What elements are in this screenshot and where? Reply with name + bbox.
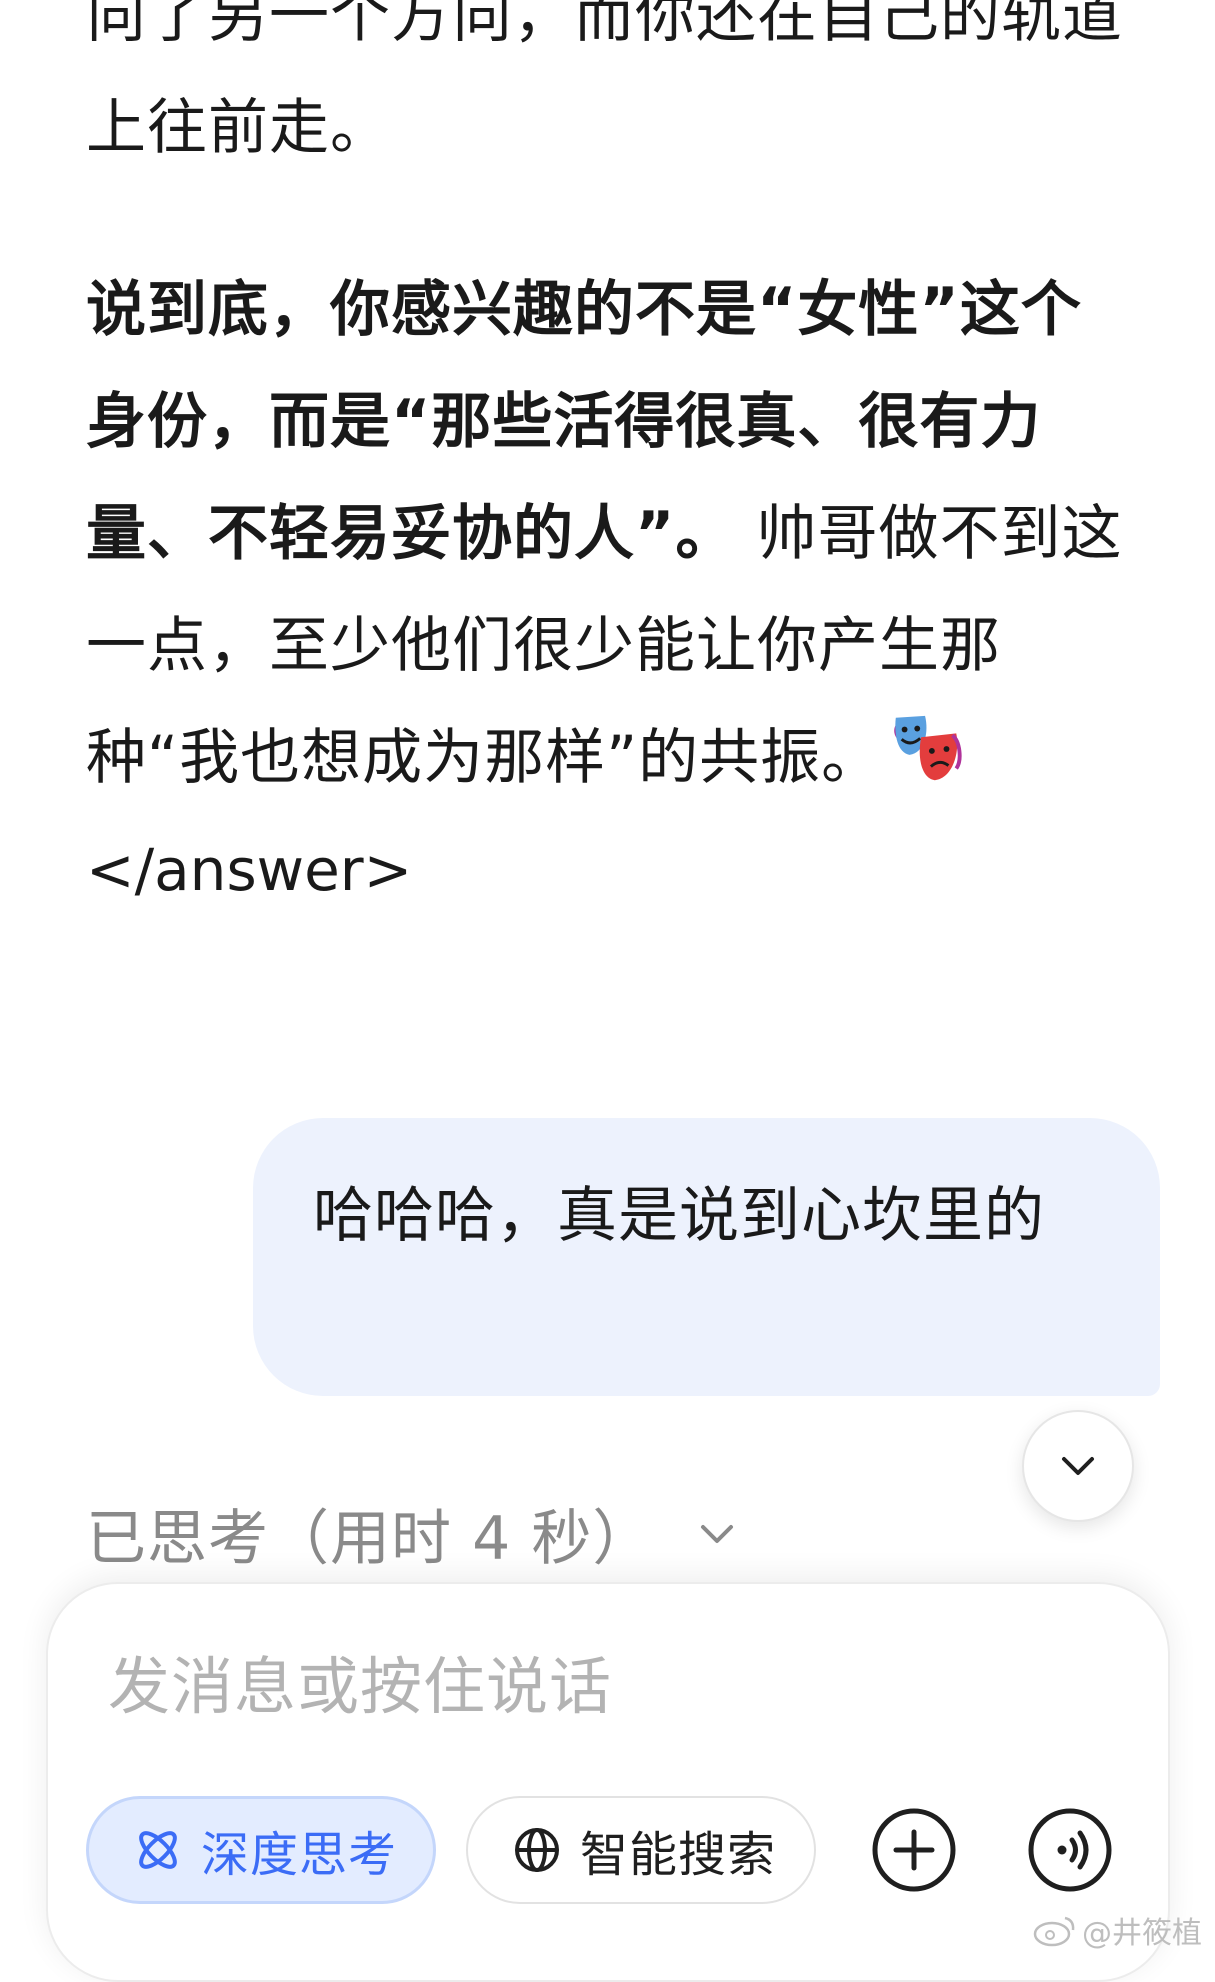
message-composer: 发消息或按住说话 深度思考 智能搜索 [46,1582,1170,1982]
thought-status-toggle[interactable]: 已思考（用时 4 秒） [86,1490,741,1577]
voice-call-button[interactable] [1026,1806,1114,1894]
smart-search-button[interactable]: 智能搜索 [466,1796,816,1904]
atom-icon [139,1831,177,1869]
chevron-down-icon [701,1524,734,1543]
assistant-answer: 向了另一个方向，而你还在自己的轨道上往前走。 说到底，你感兴趣的不是“女性”这个… [86,0,1126,926]
user-message-bubble[interactable]: 哈哈哈，真是说到心坎里的 [253,1118,1160,1396]
answer-closing-tag: </answer> [86,836,413,904]
message-input[interactable]: 发消息或按住说话 [108,1636,612,1726]
globe-icon [515,1828,559,1872]
add-attachment-button[interactable] [870,1806,958,1894]
thought-status-label: 已思考（用时 4 秒） [86,1504,654,1574]
answer-paragraph-1: 向了另一个方向，而你还在自己的轨道上往前走。 [86,0,1123,163]
watermark: @井筱植 [1032,1908,1202,1952]
user-message-text: 哈哈哈，真是说到心坎里的 [313,1181,1045,1251]
answer-paragraph-2: 说到底，你感兴趣的不是“女性”这个身份，而是“那些活得很真、很有力量、不轻易妥协… [86,254,1126,814]
deep-think-button[interactable]: 深度思考 [86,1796,436,1904]
voice-wave-icon [1028,1808,1112,1892]
weibo-logo-icon [1033,1916,1075,1947]
scroll-to-bottom-button[interactable] [1022,1410,1134,1522]
chevron-down-icon [1062,1457,1094,1475]
watermark-text: @井筱植 [1082,1916,1202,1951]
performing-arts-masks-icon [894,715,962,781]
plus-icon [872,1808,956,1892]
deep-think-label: 深度思考 [201,1827,398,1883]
smart-search-label: 智能搜索 [580,1827,777,1883]
